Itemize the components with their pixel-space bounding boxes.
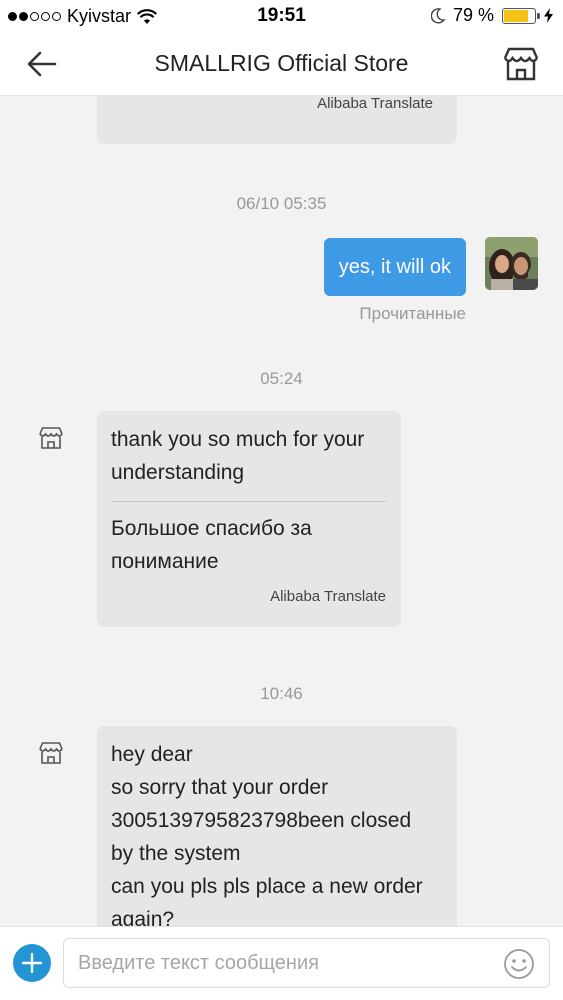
- moon-icon: [430, 7, 445, 24]
- translate-label: Alibaba Translate: [270, 588, 386, 605]
- message-line: hey dear: [111, 743, 193, 766]
- message-input[interactable]: [78, 939, 498, 987]
- message-text: yes, it will ok: [338, 255, 451, 278]
- chat-header: SMALLRIG Official Store: [0, 32, 563, 96]
- message-input-bar: [0, 926, 563, 1000]
- message-line: again?: [111, 908, 175, 926]
- message-bubble-incoming: thank you so much for your understanding…: [97, 411, 401, 627]
- battery-icon: [502, 7, 540, 24]
- charging-icon: [544, 8, 553, 23]
- message-bubble-incoming: hey dear so sorry that your order 300513…: [97, 726, 457, 926]
- avatar-photo: [485, 237, 538, 290]
- emoji-icon[interactable]: [503, 948, 535, 980]
- store-icon: [503, 47, 539, 81]
- message-line: 3005139795823798been closed: [111, 809, 412, 832]
- message-timestamp: 06/10 05:35: [236, 194, 327, 213]
- attach-button[interactable]: [13, 944, 51, 982]
- translation-divider: [111, 501, 386, 502]
- store-title: SMALLRIG Official Store: [154, 50, 409, 76]
- user-avatar[interactable]: [485, 237, 538, 290]
- message-text-original: thank you so much for your understanding: [111, 428, 365, 484]
- status-right: 79 %: [430, 5, 553, 26]
- back-arrow-icon: [27, 51, 57, 77]
- message-timestamp: 05:24: [260, 369, 303, 388]
- translate-label: Alibaba Translate: [317, 96, 433, 112]
- status-bar: Kyivstar 19:51 79 %: [0, 0, 563, 32]
- message-field[interactable]: [63, 938, 550, 988]
- battery-percent: 79 %: [452, 5, 494, 25]
- message-timestamp: 10:46: [260, 684, 303, 703]
- message-line: by the system: [111, 842, 241, 865]
- message-list[interactable]: Alibaba Translate 06/10 05:35 yes, it wi…: [0, 96, 563, 926]
- chat-screen: Kyivstar 19:51 79 % SMALLRIG Official St…: [0, 0, 563, 1000]
- message-text-translation: Большое спасибо за понимание: [111, 517, 312, 573]
- message-line: can you pls pls place a new order: [111, 875, 423, 898]
- message-bubble-outgoing: yes, it will ok: [323, 238, 466, 296]
- message-bubble-incoming: Alibaba Translate: [97, 96, 457, 144]
- read-receipt: Прочитанные: [359, 304, 466, 323]
- store-button[interactable]: [501, 46, 541, 82]
- store-avatar-icon: [39, 742, 63, 764]
- plus-icon: [21, 952, 43, 974]
- message-line: so sorry that your order: [111, 776, 329, 799]
- back-button[interactable]: [24, 48, 60, 80]
- store-avatar-icon: [39, 427, 63, 449]
